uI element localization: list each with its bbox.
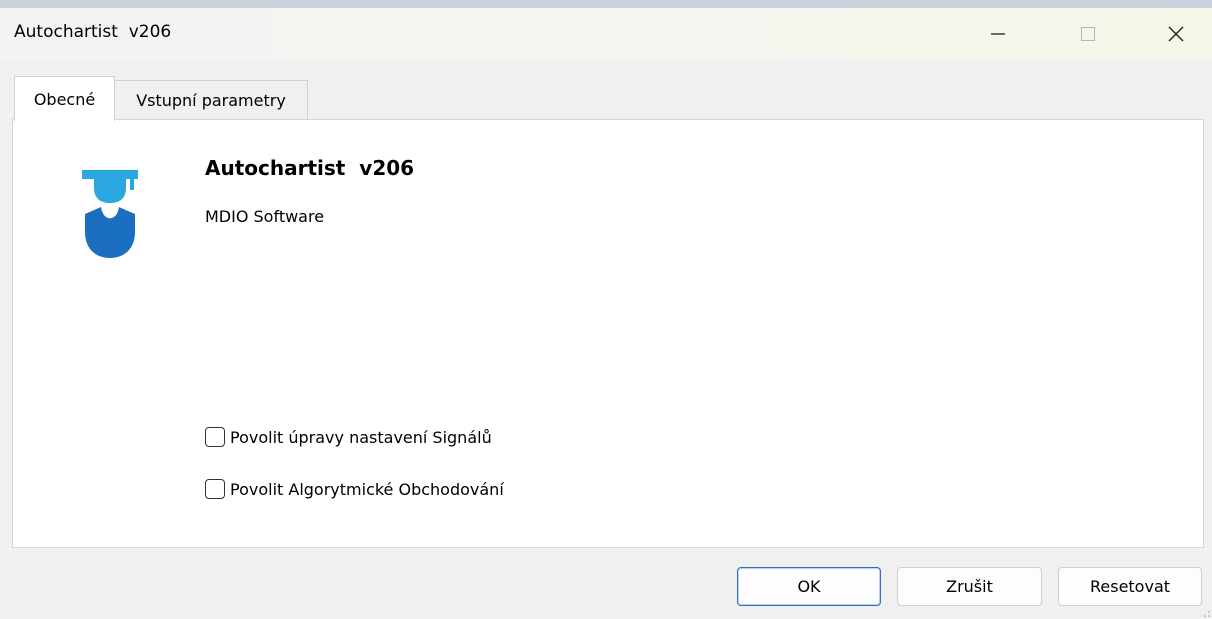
graduate-icon bbox=[82, 170, 138, 258]
close-button[interactable] bbox=[1146, 8, 1206, 60]
checkbox-box[interactable] bbox=[205, 427, 225, 447]
tab-general-label: Obecné bbox=[33, 89, 96, 109]
checkbox-label: Povolit Algorytmické Obchodování bbox=[230, 479, 504, 499]
tab-input-parameters-label: Vstupní parametry bbox=[136, 91, 286, 110]
cancel-button[interactable]: Zrušit bbox=[897, 567, 1042, 606]
tab-general[interactable]: Obecné bbox=[14, 76, 115, 121]
resize-grip-icon[interactable] bbox=[1203, 610, 1211, 618]
vendor-name: MDIO Software bbox=[205, 207, 325, 226]
minimize-icon bbox=[991, 33, 1005, 35]
checkbox-allow-algo-trading[interactable]: Povolit Algorytmické Obchodování bbox=[205, 479, 504, 499]
app-name: Autochartist v206 bbox=[205, 156, 415, 180]
title-bar[interactable]: Autochartist v206 bbox=[0, 8, 1212, 60]
ok-button[interactable]: OK bbox=[737, 567, 881, 606]
window-title: Autochartist v206 bbox=[14, 22, 172, 42]
minimize-button[interactable] bbox=[968, 8, 1028, 60]
tab-panel-general bbox=[12, 119, 1204, 548]
checkbox-box[interactable] bbox=[205, 479, 225, 499]
reset-button[interactable]: Resetovat bbox=[1058, 567, 1202, 606]
close-icon bbox=[1168, 26, 1184, 42]
maximize-button[interactable] bbox=[1058, 8, 1118, 60]
checkbox-label: Povolit úpravy nastavení Signálů bbox=[230, 427, 492, 447]
tab-input-parameters[interactable]: Vstupní parametry bbox=[115, 80, 308, 120]
maximize-icon bbox=[1081, 27, 1095, 41]
checkbox-allow-signal-edits[interactable]: Povolit úpravy nastavení Signálů bbox=[205, 427, 492, 447]
